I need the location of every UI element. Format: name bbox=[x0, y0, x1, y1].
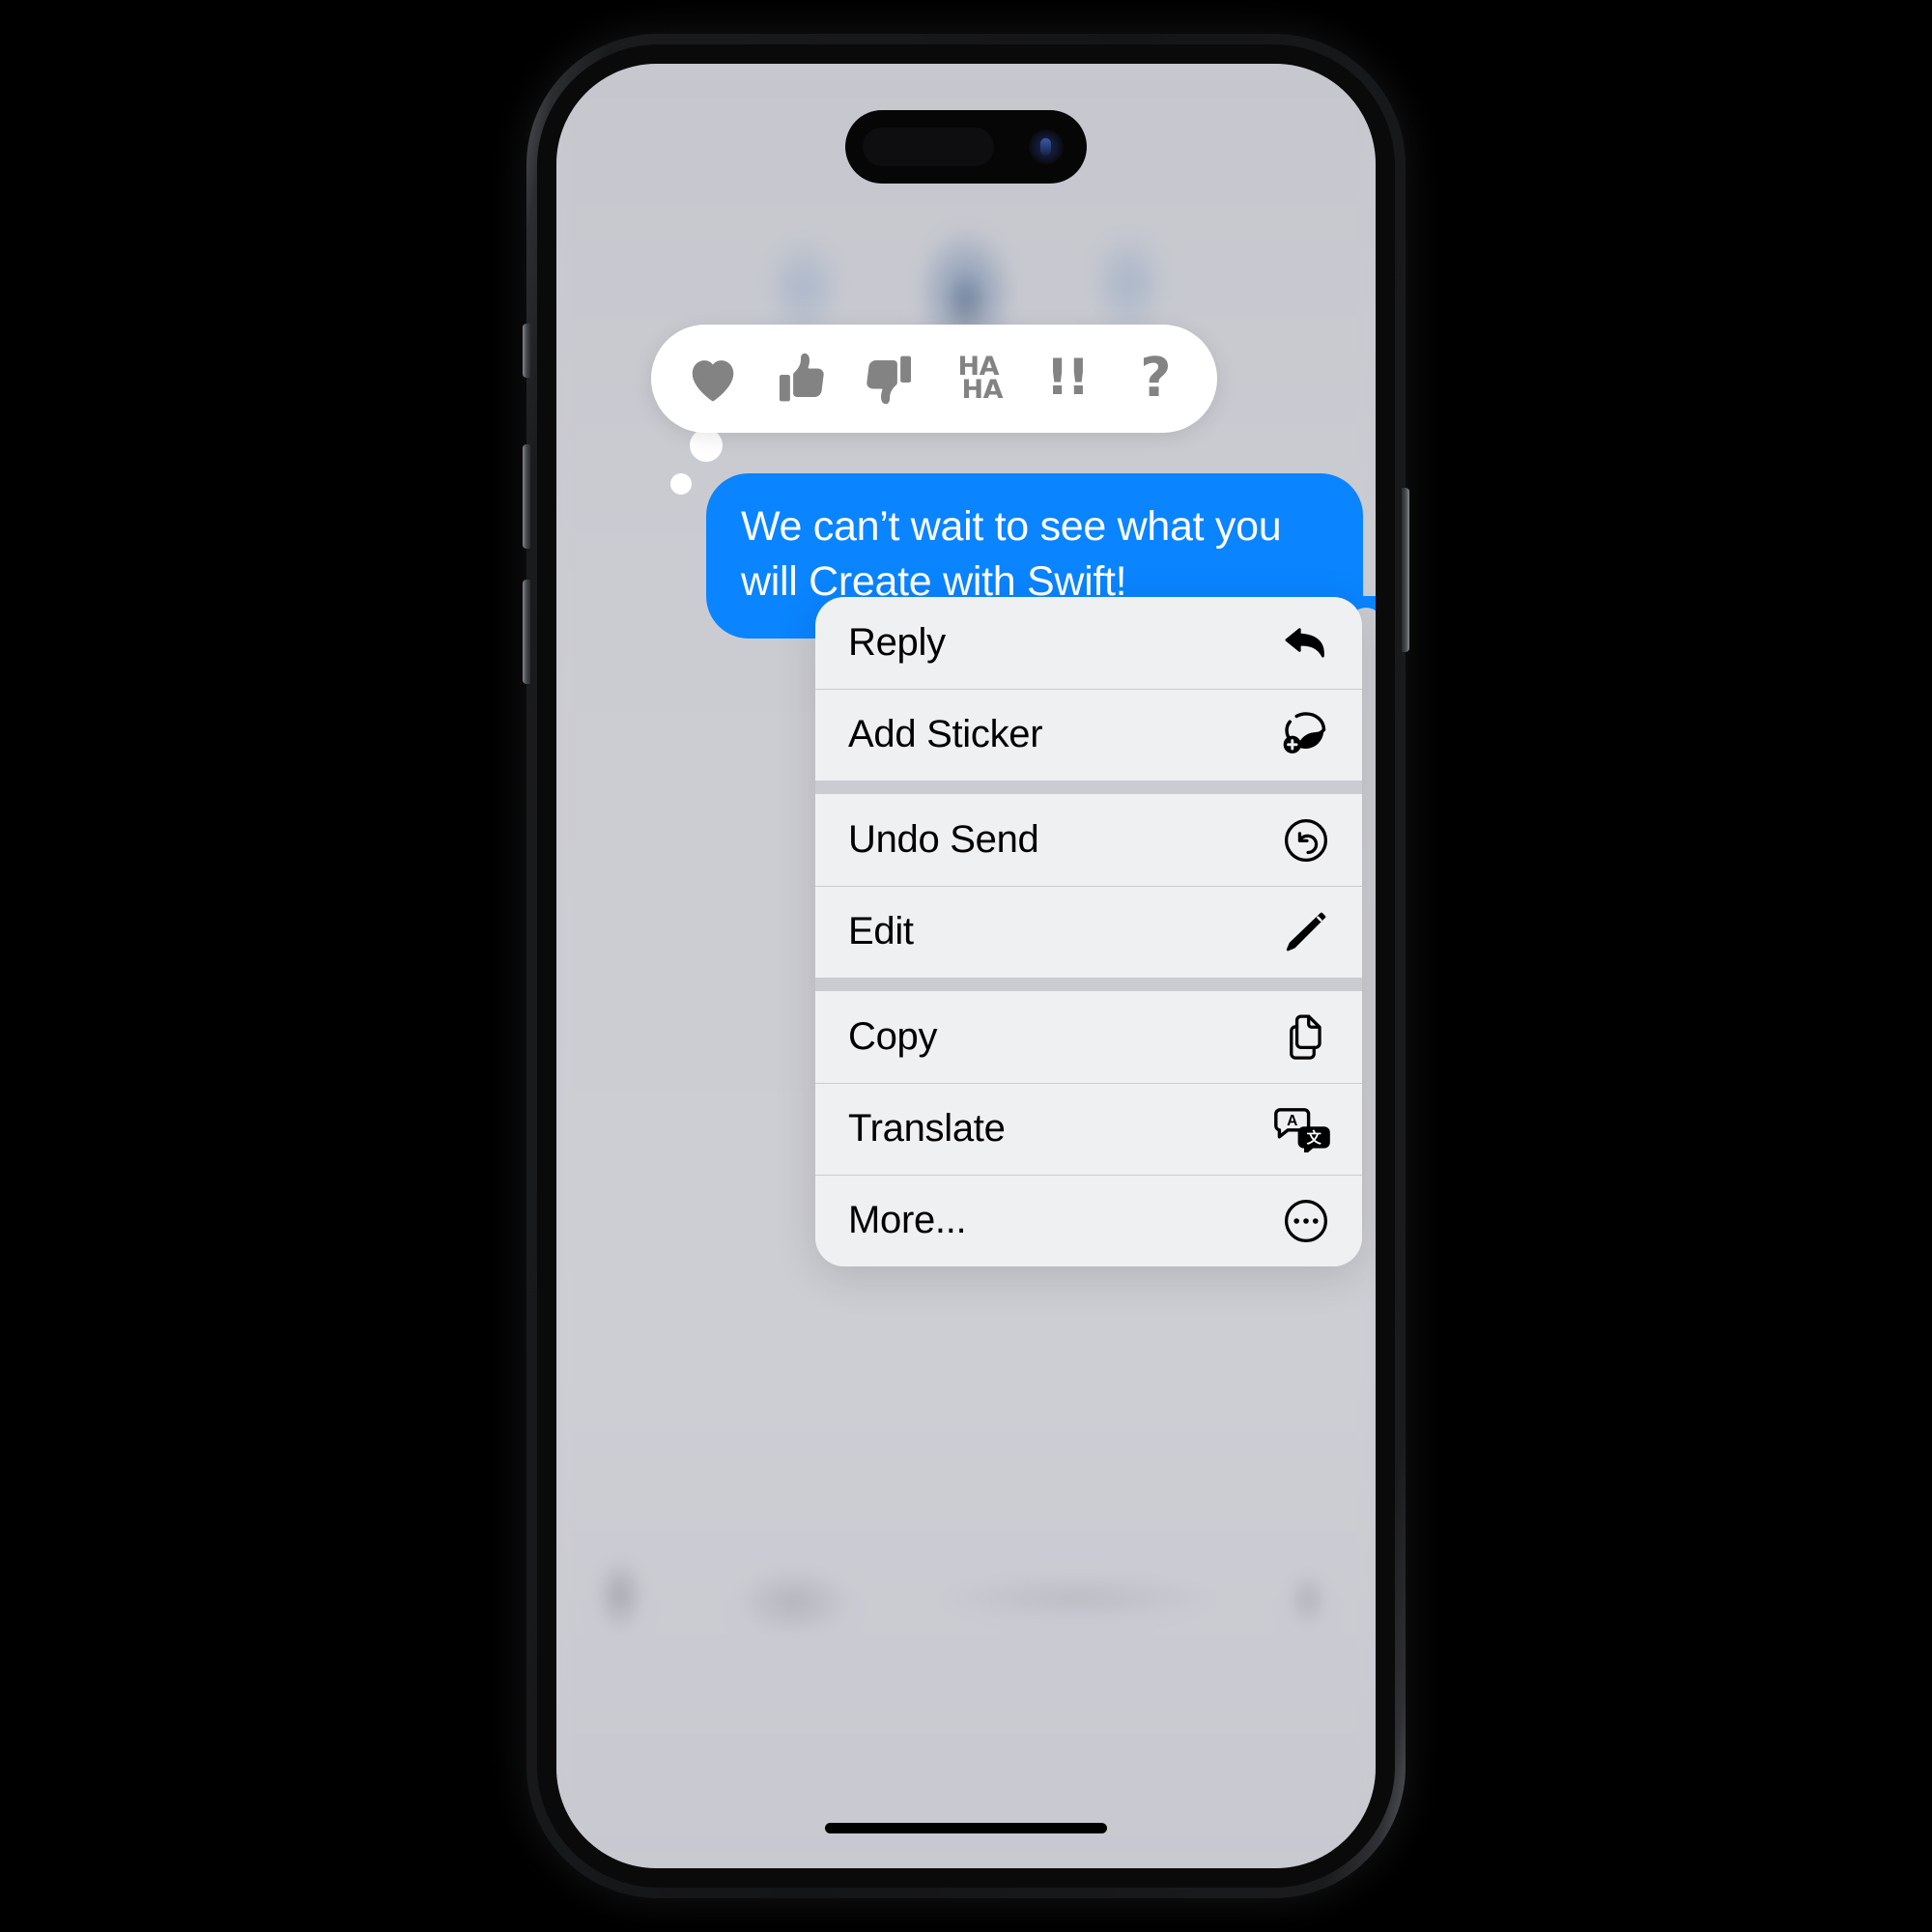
menu-group-2: Undo Send Edit bbox=[815, 794, 1362, 978]
menu-item-copy[interactable]: Copy bbox=[815, 991, 1362, 1083]
menu-item-reply[interactable]: Reply bbox=[815, 597, 1362, 689]
menu-item-label: Translate bbox=[848, 1107, 1006, 1150]
tapback-thumbs-up-button[interactable] bbox=[766, 341, 836, 416]
exclamation-icon: !! bbox=[1045, 349, 1090, 408]
front-camera-lens-icon bbox=[1029, 129, 1064, 164]
dynamic-island bbox=[845, 110, 1087, 184]
volume-down-button[interactable] bbox=[523, 580, 530, 684]
silent-switch[interactable] bbox=[523, 324, 530, 378]
home-indicator[interactable] bbox=[825, 1823, 1107, 1833]
tapback-haha-button[interactable]: HA HA bbox=[944, 341, 1013, 416]
ellipsis-circle-icon bbox=[1281, 1196, 1331, 1246]
menu-item-undo-send[interactable]: Undo Send bbox=[815, 794, 1362, 886]
tapback-thumbs-down-button[interactable] bbox=[855, 341, 924, 416]
tapback-heart-button[interactable] bbox=[678, 341, 748, 416]
power-button[interactable] bbox=[1402, 488, 1409, 652]
reply-arrow-icon bbox=[1281, 618, 1331, 668]
menu-item-label: Add Sticker bbox=[848, 713, 1043, 755]
tapback-tail-dot-large bbox=[690, 429, 723, 462]
menu-item-label: Edit bbox=[848, 910, 914, 952]
tapback-tail-dot-small bbox=[670, 473, 692, 495]
menu-item-label: Undo Send bbox=[848, 818, 1039, 861]
tapback-exclamation-button[interactable]: !! bbox=[1032, 341, 1101, 416]
haha-line-2: HA bbox=[961, 375, 1004, 405]
phone-screen: HA HA !! ? We can’t wait to see what you… bbox=[556, 64, 1376, 1868]
svg-text:文: 文 bbox=[1307, 1129, 1322, 1147]
question-mark-icon: ? bbox=[1140, 347, 1172, 411]
menu-group-divider bbox=[815, 978, 1362, 991]
menu-item-label: Reply bbox=[848, 621, 946, 664]
menu-group-3: Copy Translate A 文 More... bbox=[815, 991, 1362, 1266]
earpiece-speaker-icon bbox=[863, 128, 994, 166]
screenshot-root: HA HA !! ? We can’t wait to see what you… bbox=[0, 0, 1932, 1932]
add-sticker-icon bbox=[1281, 710, 1331, 760]
menu-item-translate[interactable]: Translate A 文 bbox=[815, 1083, 1362, 1175]
menu-item-more[interactable]: More... bbox=[815, 1175, 1362, 1266]
haha-text-icon: HA HA bbox=[954, 354, 1004, 405]
heart-icon bbox=[685, 354, 741, 404]
svg-text:A: A bbox=[1287, 1112, 1297, 1128]
copy-documents-icon bbox=[1281, 1012, 1331, 1063]
volume-up-button[interactable] bbox=[523, 444, 530, 549]
tapback-reaction-bar[interactable]: HA HA !! ? bbox=[651, 325, 1217, 433]
menu-item-label: More... bbox=[848, 1199, 967, 1241]
menu-item-edit[interactable]: Edit bbox=[815, 886, 1362, 978]
tapback-question-button[interactable]: ? bbox=[1121, 341, 1190, 416]
menu-group-1: Reply Add Sticker bbox=[815, 597, 1362, 781]
undo-send-icon bbox=[1281, 815, 1331, 866]
thumbs-up-icon bbox=[774, 351, 828, 407]
translate-icon: A 文 bbox=[1273, 1104, 1331, 1154]
pencil-icon bbox=[1281, 907, 1331, 957]
thumbs-down-icon bbox=[863, 351, 917, 407]
menu-item-label: Copy bbox=[848, 1015, 938, 1058]
message-context-menu[interactable]: Reply Add Sticker Undo Send Edit Copy Tr… bbox=[815, 597, 1362, 1266]
menu-group-divider bbox=[815, 781, 1362, 794]
menu-item-add-sticker[interactable]: Add Sticker bbox=[815, 689, 1362, 781]
